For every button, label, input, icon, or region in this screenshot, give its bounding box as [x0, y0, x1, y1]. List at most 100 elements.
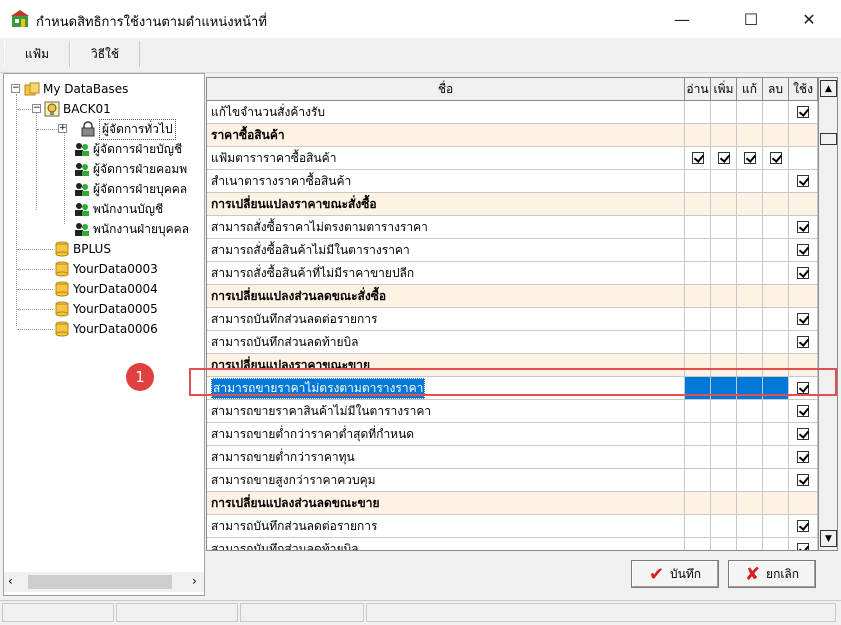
cell-use[interactable]	[789, 492, 818, 514]
cell-read[interactable]	[685, 101, 711, 123]
cell-delete[interactable]	[763, 285, 789, 307]
checkbox-use[interactable]	[797, 336, 809, 348]
cell-use[interactable]	[789, 308, 818, 330]
header-read[interactable]: อ่าน	[685, 78, 711, 100]
section-row[interactable]: ราคาซื้อสินค้า	[207, 124, 818, 147]
maximize-button[interactable]: ☐	[728, 0, 774, 38]
cell-edit[interactable]	[737, 170, 763, 192]
table-row[interactable]: แก้ไขจำนวนสั่งค้างรับ	[207, 101, 818, 124]
cell-use[interactable]	[789, 262, 818, 284]
row-name-cell[interactable]: สามารถสั่งซื้อราคาไม่ตรงตามตารางราคา	[207, 216, 685, 238]
cell-edit[interactable]	[737, 101, 763, 123]
cell-add[interactable]	[711, 101, 737, 123]
cell-edit[interactable]	[737, 262, 763, 284]
cell-edit[interactable]	[737, 400, 763, 422]
cell-read[interactable]	[685, 515, 711, 537]
cell-read[interactable]	[685, 285, 711, 307]
table-row[interactable]: สามารถบันทึกส่วนลดท้ายบิล	[207, 331, 818, 354]
table-row[interactable]: สามารถขายราคาสินค้าไม่มีในตารางราคา	[207, 400, 818, 423]
scroll-up-icon[interactable]: ▲	[820, 80, 837, 97]
tree-node-group-2[interactable]: ผู้จัดการฝ่ายคอมพ	[74, 160, 187, 178]
cell-add[interactable]	[711, 492, 737, 514]
row-name-cell[interactable]: การเปลี่ยนแปลงส่วนลดขณะขาย	[207, 492, 685, 514]
row-name-cell[interactable]: สามารถสั่งซื้อสินค้าที่ไม่มีราคาขายปลีก	[207, 262, 685, 284]
cell-read[interactable]	[685, 469, 711, 491]
tree-node-db-2[interactable]: YourData0004	[54, 280, 158, 298]
section-row[interactable]: การเปลี่ยนแปลงส่วนลดขณะสั่งซื้อ	[207, 285, 818, 308]
checkbox-use[interactable]	[797, 313, 809, 325]
checkbox-use[interactable]	[797, 106, 809, 118]
cell-delete[interactable]	[763, 101, 789, 123]
cell-add[interactable]	[711, 469, 737, 491]
cell-delete[interactable]	[763, 216, 789, 238]
row-name-cell[interactable]: สามารถบันทึกส่วนลดท้ายบิล	[207, 538, 685, 550]
cell-edit[interactable]	[737, 124, 763, 146]
tree-horizontal-scrollbar[interactable]: ‹ ›	[4, 572, 204, 592]
cell-edit[interactable]	[737, 492, 763, 514]
cell-edit[interactable]	[737, 216, 763, 238]
cell-use[interactable]	[789, 515, 818, 537]
cell-delete[interactable]	[763, 193, 789, 215]
cell-delete[interactable]	[763, 492, 789, 514]
cell-edit[interactable]	[737, 515, 763, 537]
permissions-grid[interactable]: ชื่อ อ่าน เพิ่ม แก้ ลบ ใช้ง แก้ไขจำนวนสั่งค้า…	[206, 77, 838, 551]
tree-scroll-thumb[interactable]	[28, 575, 172, 589]
checkbox-use[interactable]	[797, 543, 809, 550]
row-name-cell[interactable]: แฟ้มตาราราคาซื้อสินค้า	[207, 147, 685, 169]
cell-read[interactable]	[685, 446, 711, 468]
cell-delete[interactable]	[763, 538, 789, 550]
cell-add[interactable]	[711, 216, 737, 238]
tree-node-db-0[interactable]: BPLUS	[54, 240, 111, 258]
cell-use[interactable]	[789, 423, 818, 445]
row-name-cell[interactable]: การเปลี่ยนแปลงส่วนลดขณะสั่งซื้อ	[207, 285, 685, 307]
close-button[interactable]: ✕	[786, 0, 832, 38]
cell-delete[interactable]	[763, 469, 789, 491]
cell-read[interactable]	[685, 193, 711, 215]
database-tree[interactable]: − My DataBases − BACK01 + ผู้จัดการทั่วไ…	[3, 73, 205, 596]
cell-read[interactable]	[685, 492, 711, 514]
section-row[interactable]: การเปลี่ยนแปลงส่วนลดขณะขาย	[207, 492, 818, 515]
header-name[interactable]: ชื่อ	[207, 78, 685, 100]
row-name-cell[interactable]: สามารถขายต่ำกว่าราคาทุน	[207, 446, 685, 468]
cell-add[interactable]	[711, 239, 737, 261]
scroll-right-icon[interactable]: ›	[192, 574, 197, 588]
group-expander[interactable]: +	[58, 124, 67, 133]
cell-add[interactable]	[711, 147, 737, 169]
tree-node-back01[interactable]: BACK01	[44, 100, 111, 118]
header-delete[interactable]: ลบ	[763, 78, 789, 100]
row-name-cell[interactable]: สามารถบันทึกส่วนลดต่อรายการ	[207, 308, 685, 330]
table-row[interactable]: แฟ้มตาราราคาซื้อสินค้า	[207, 147, 818, 170]
cell-edit[interactable]	[737, 308, 763, 330]
cell-delete[interactable]	[763, 170, 789, 192]
table-row[interactable]: สามารถขายสูงกว่าราคาควบคุม	[207, 469, 818, 492]
menu-help[interactable]: วิธีใช้	[70, 41, 140, 67]
header-use[interactable]: ใช้ง	[789, 78, 818, 100]
cell-add[interactable]	[711, 193, 737, 215]
row-name-cell[interactable]: การเปลี่ยนแปลงราคาขณะสั่งซื้อ	[207, 193, 685, 215]
checkbox-use[interactable]	[797, 520, 809, 532]
cell-edit[interactable]	[737, 285, 763, 307]
row-name-cell[interactable]: สามารถขายสูงกว่าราคาควบคุม	[207, 469, 685, 491]
row-name-cell[interactable]: สามารถขายต่ำกว่าราคาต่ำสุดที่กำหนด	[207, 423, 685, 445]
checkbox-add[interactable]	[717, 152, 730, 164]
cell-use[interactable]	[789, 170, 818, 192]
cell-delete[interactable]	[763, 262, 789, 284]
row-name-cell[interactable]: สามารถขายราคาสินค้าไม่มีในตารางราคา	[207, 400, 685, 422]
cell-edit[interactable]	[737, 239, 763, 261]
grid-vertical-scrollbar[interactable]: ▲ ▼	[818, 78, 837, 550]
cell-delete[interactable]	[763, 400, 789, 422]
tree-node-db-3[interactable]: YourData0005	[54, 300, 158, 318]
row-name-cell[interactable]: ราคาซื้อสินค้า	[207, 124, 685, 146]
cell-delete[interactable]	[763, 446, 789, 468]
cell-read[interactable]	[685, 331, 711, 353]
cell-edit[interactable]	[737, 147, 763, 169]
cell-delete[interactable]	[763, 423, 789, 445]
tree-node-root[interactable]: My DataBases	[24, 80, 128, 98]
row-name-cell[interactable]: สามารถบันทึกส่วนลดท้ายบิล	[207, 331, 685, 353]
row-name-cell[interactable]: สามารถบันทึกส่วนลดต่อรายการ	[207, 515, 685, 537]
cell-add[interactable]	[711, 308, 737, 330]
checkbox-use[interactable]	[797, 221, 809, 233]
tree-node-db-1[interactable]: YourData0003	[54, 260, 158, 278]
cell-delete[interactable]	[763, 239, 789, 261]
cell-add[interactable]	[711, 331, 737, 353]
